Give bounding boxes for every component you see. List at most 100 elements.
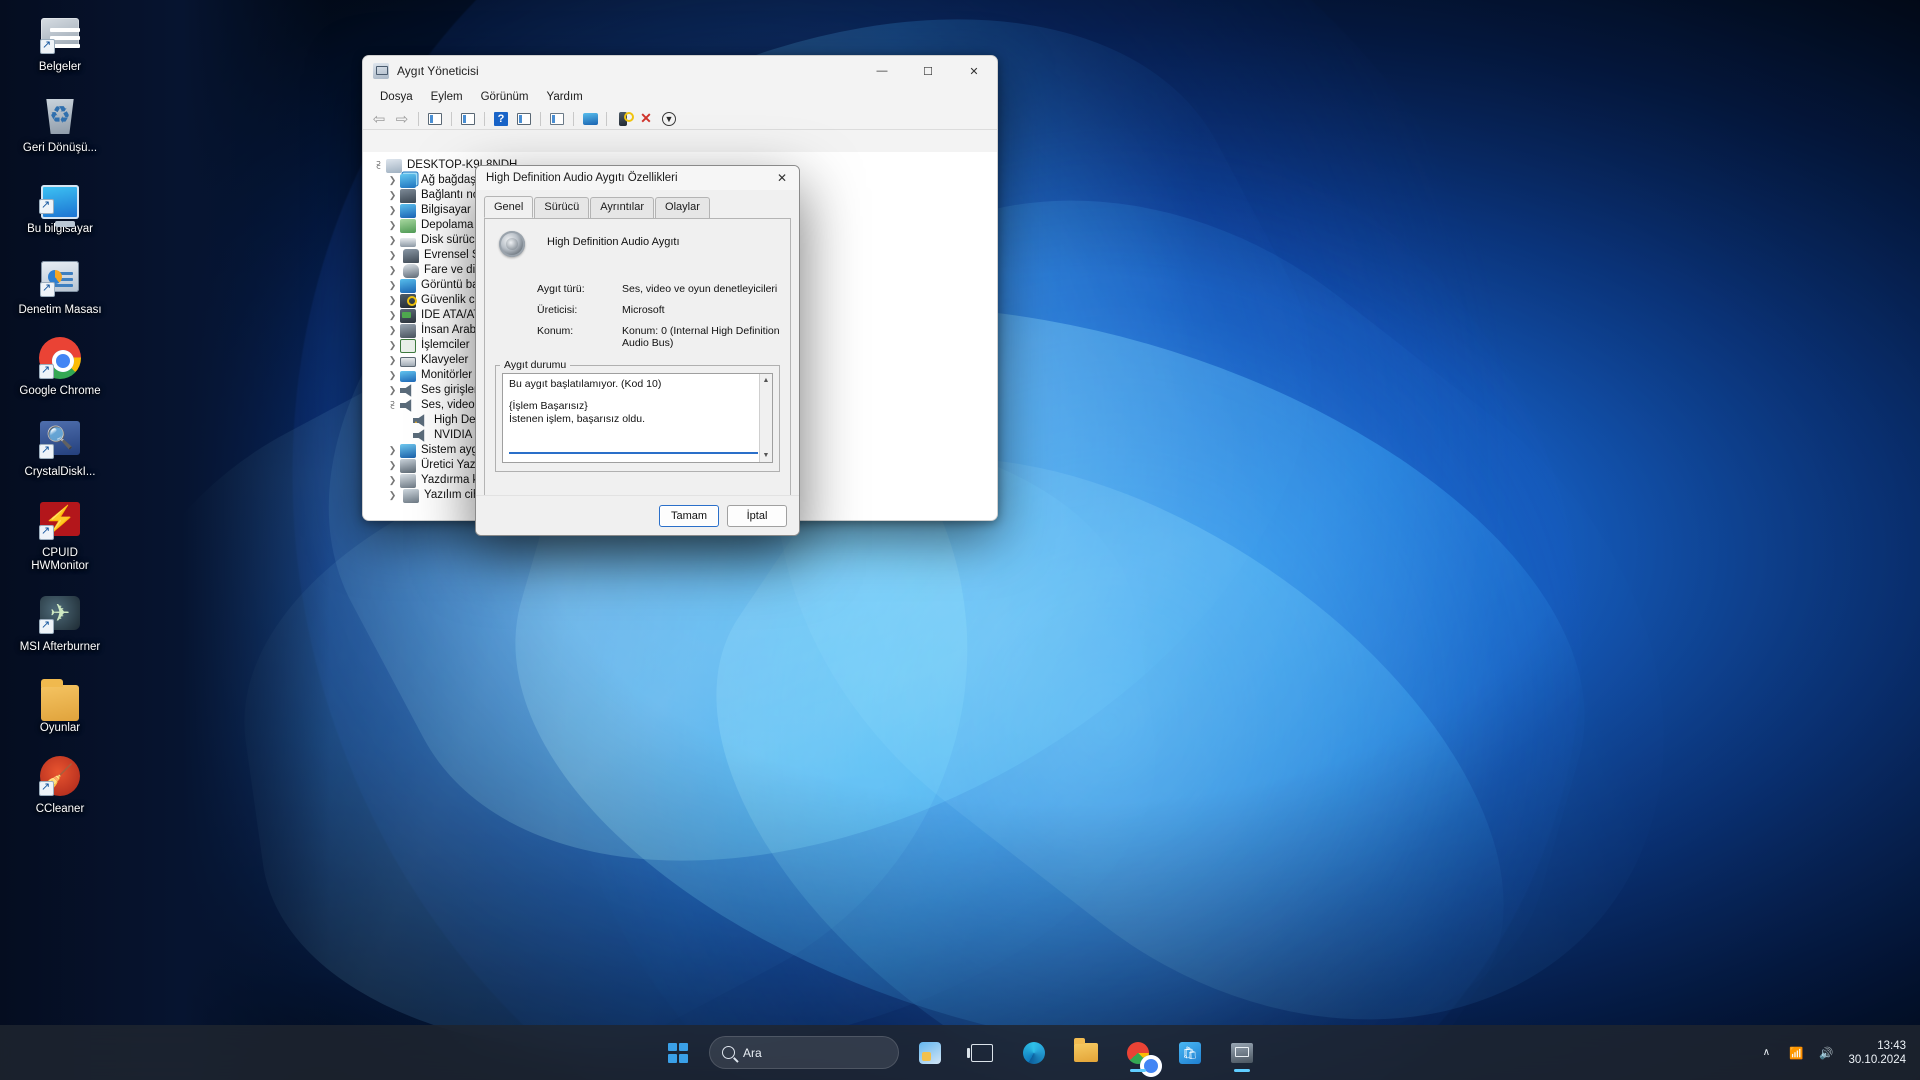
chevron-right-icon[interactable]: ❯ <box>385 368 400 383</box>
search-input[interactable]: Ara <box>709 1036 899 1069</box>
device-properties-dialog[interactable]: High Definition Audio Aygıtı Özellikleri… <box>475 165 800 536</box>
file-explorer-icon <box>1074 1038 1098 1062</box>
network-icon[interactable]: 📶 <box>1788 1045 1804 1061</box>
back-button[interactable]: ⇦ <box>369 110 389 128</box>
tab-ayrintilar[interactable]: Ayrıntılar <box>590 197 655 219</box>
status-scrollbar[interactable]: ▲ ▼ <box>759 374 772 462</box>
chevron-right-icon[interactable]: ❯ <box>385 488 400 503</box>
widgets-button[interactable] <box>909 1032 951 1074</box>
shortcut-badge-icon <box>40 281 55 297</box>
property-value: Konum: 0 (Internal High Definition Audio… <box>622 325 780 349</box>
minimize-button[interactable]: — <box>859 56 905 86</box>
uninstall-device-button[interactable]: ✕ <box>636 110 656 128</box>
scroll-down-button[interactable]: ▼ <box>760 449 772 462</box>
chevron-right-icon[interactable]: ❯ <box>385 173 400 188</box>
chevron-right-icon[interactable]: ❯ <box>385 278 400 293</box>
chevron-right-icon[interactable]: ❯ <box>385 458 400 473</box>
chevron-right-icon[interactable]: ❯ <box>385 248 400 263</box>
desktop-icon-recycle-bin[interactable]: Geri Dönüşü... <box>14 87 106 155</box>
maximize-button[interactable]: ☐ <box>905 56 951 86</box>
device-header: High Definition Audio Aygıtı <box>485 219 790 257</box>
disk-drives-icon <box>400 237 416 247</box>
volume-icon[interactable]: 🔊 <box>1818 1045 1834 1061</box>
start-button[interactable] <box>657 1032 699 1074</box>
desktop-icon-msi-afterburner[interactable]: MSI Afterburner <box>14 586 106 654</box>
chevron-right-icon[interactable]: ❯ <box>385 443 400 458</box>
menu-eylem[interactable]: Eylem <box>423 89 471 105</box>
clock-time: 13:43 <box>1877 1039 1906 1052</box>
chevron-right-icon[interactable]: ❯ <box>385 353 400 368</box>
chevron-right-icon[interactable]: ❯ <box>385 323 400 338</box>
menu-gorunum[interactable]: Görünüm <box>473 89 537 105</box>
keyboards-icon <box>400 356 416 367</box>
sound-video-game-icon <box>400 399 412 412</box>
menu-yardim[interactable]: Yardım <box>539 89 591 105</box>
chevron-right-icon[interactable]: ❯ <box>385 308 400 323</box>
desktop-icon-label: CPUID HWMonitor <box>31 547 89 572</box>
chevron-right-icon[interactable]: ❯ <box>385 203 400 218</box>
device-status-textbox[interactable]: Bu aygıt başlatılamıyor. (Kod 10) {İşlem… <box>502 373 773 463</box>
device-manager-button[interactable] <box>1221 1032 1263 1074</box>
chevron-down-icon[interactable]: ⫔ <box>385 398 400 413</box>
properties-button[interactable] <box>425 110 445 128</box>
tab-surucu[interactable]: Sürücü <box>534 197 590 219</box>
desktop-icon-this-pc[interactable]: Bu bilgisayar <box>14 168 106 236</box>
device-manager-menubar: Dosya Eylem Görünüm Yardım <box>363 86 997 108</box>
device-manager-icon <box>373 63 389 79</box>
desktop-icon-label: CCleaner <box>35 803 85 815</box>
display-adapters-icon <box>400 278 416 293</box>
desktop-icon-ccleaner[interactable]: CCleaner <box>14 748 106 816</box>
windows-logo-icon <box>668 1042 688 1063</box>
menu-dosya[interactable]: Dosya <box>372 89 421 105</box>
desktop-icon-label: Oyunlar <box>39 722 81 734</box>
desktop-icon-games-folder[interactable]: Oyunlar <box>14 667 106 735</box>
show-hidden-devices-button[interactable] <box>458 110 478 128</box>
help-button[interactable]: ? <box>491 110 511 128</box>
forward-button[interactable]: ⇨ <box>392 110 412 128</box>
desktop-icon-control-panel[interactable]: Denetim Masası <box>14 249 106 317</box>
ok-button[interactable]: Tamam <box>659 504 719 527</box>
chevron-right-icon[interactable]: ❯ <box>385 233 400 248</box>
clock[interactable]: 13:43 30.10.2024 <box>1848 1039 1906 1067</box>
microsoft-store-button[interactable] <box>1169 1032 1211 1074</box>
monitors-icon <box>400 371 416 382</box>
dialog-tabstrip: Genel Sürücü Ayrıntılar Olaylar <box>476 190 799 219</box>
file-explorer-button[interactable] <box>1065 1032 1107 1074</box>
task-view-button[interactable] <box>961 1032 1003 1074</box>
chevron-down-icon[interactable]: ⫔ <box>371 158 386 173</box>
scan-hardware-changes-button[interactable] <box>580 110 600 128</box>
update-driver-button[interactable] <box>547 110 567 128</box>
device-manager-titlebar[interactable]: Aygıt Yöneticisi — ☐ ✕ <box>363 56 997 86</box>
disable-device-button[interactable]: ▼ <box>659 110 679 128</box>
chevron-right-icon[interactable]: ❯ <box>385 473 400 488</box>
chevron-right-icon[interactable]: ❯ <box>385 188 400 203</box>
microsoft-edge-button[interactable] <box>1013 1032 1055 1074</box>
scroll-up-button[interactable]: ▲ <box>760 374 772 387</box>
desktop-icon-crystaldiskinfo[interactable]: CrystalDiskI... <box>14 411 106 479</box>
desktop-icon-documents[interactable]: Belgeler <box>14 6 106 74</box>
shortcut-badge-icon <box>40 38 55 54</box>
google-chrome-button[interactable] <box>1117 1032 1162 1077</box>
chevron-right-icon[interactable]: ❯ <box>385 263 400 278</box>
hid-icon <box>400 323 416 338</box>
chevron-right-icon[interactable]: ❯ <box>385 218 400 233</box>
chevron-right-icon[interactable]: ❯ <box>385 338 400 353</box>
device-status-text: Bu aygıt başlatılamıyor. (Kod 10) {İşlem… <box>503 374 772 430</box>
tab-olaylar[interactable]: Olaylar <box>655 197 710 219</box>
enable-device-button[interactable] <box>613 110 633 128</box>
desktop-icon-cpuid-hwmonitor[interactable]: CPUID HWMonitor <box>14 492 106 573</box>
chevron-right-icon[interactable]: ❯ <box>385 293 400 308</box>
console-tree-button[interactable] <box>514 110 534 128</box>
tree-item-label: Bilgisayar <box>421 204 471 216</box>
taskbar: Ara ∧ 📶 🔊 13:43 30.10.2024 <box>0 1025 1920 1080</box>
cancel-button[interactable]: İptal <box>727 504 787 527</box>
shortcut-badge-icon <box>39 618 54 634</box>
chevron-up-icon[interactable]: ∧ <box>1758 1045 1774 1061</box>
dialog-close-button[interactable]: ✕ <box>765 166 799 190</box>
close-button[interactable]: ✕ <box>951 56 997 86</box>
tab-genel[interactable]: Genel <box>484 196 534 218</box>
dialog-titlebar[interactable]: High Definition Audio Aygıtı Özellikleri… <box>476 166 799 190</box>
device-properties-list: Aygıt türü: Ses, video ve oyun denetleyi… <box>537 283 790 349</box>
desktop-icon-google-chrome[interactable]: Google Chrome <box>14 330 106 398</box>
chevron-right-icon[interactable]: ❯ <box>385 383 400 398</box>
